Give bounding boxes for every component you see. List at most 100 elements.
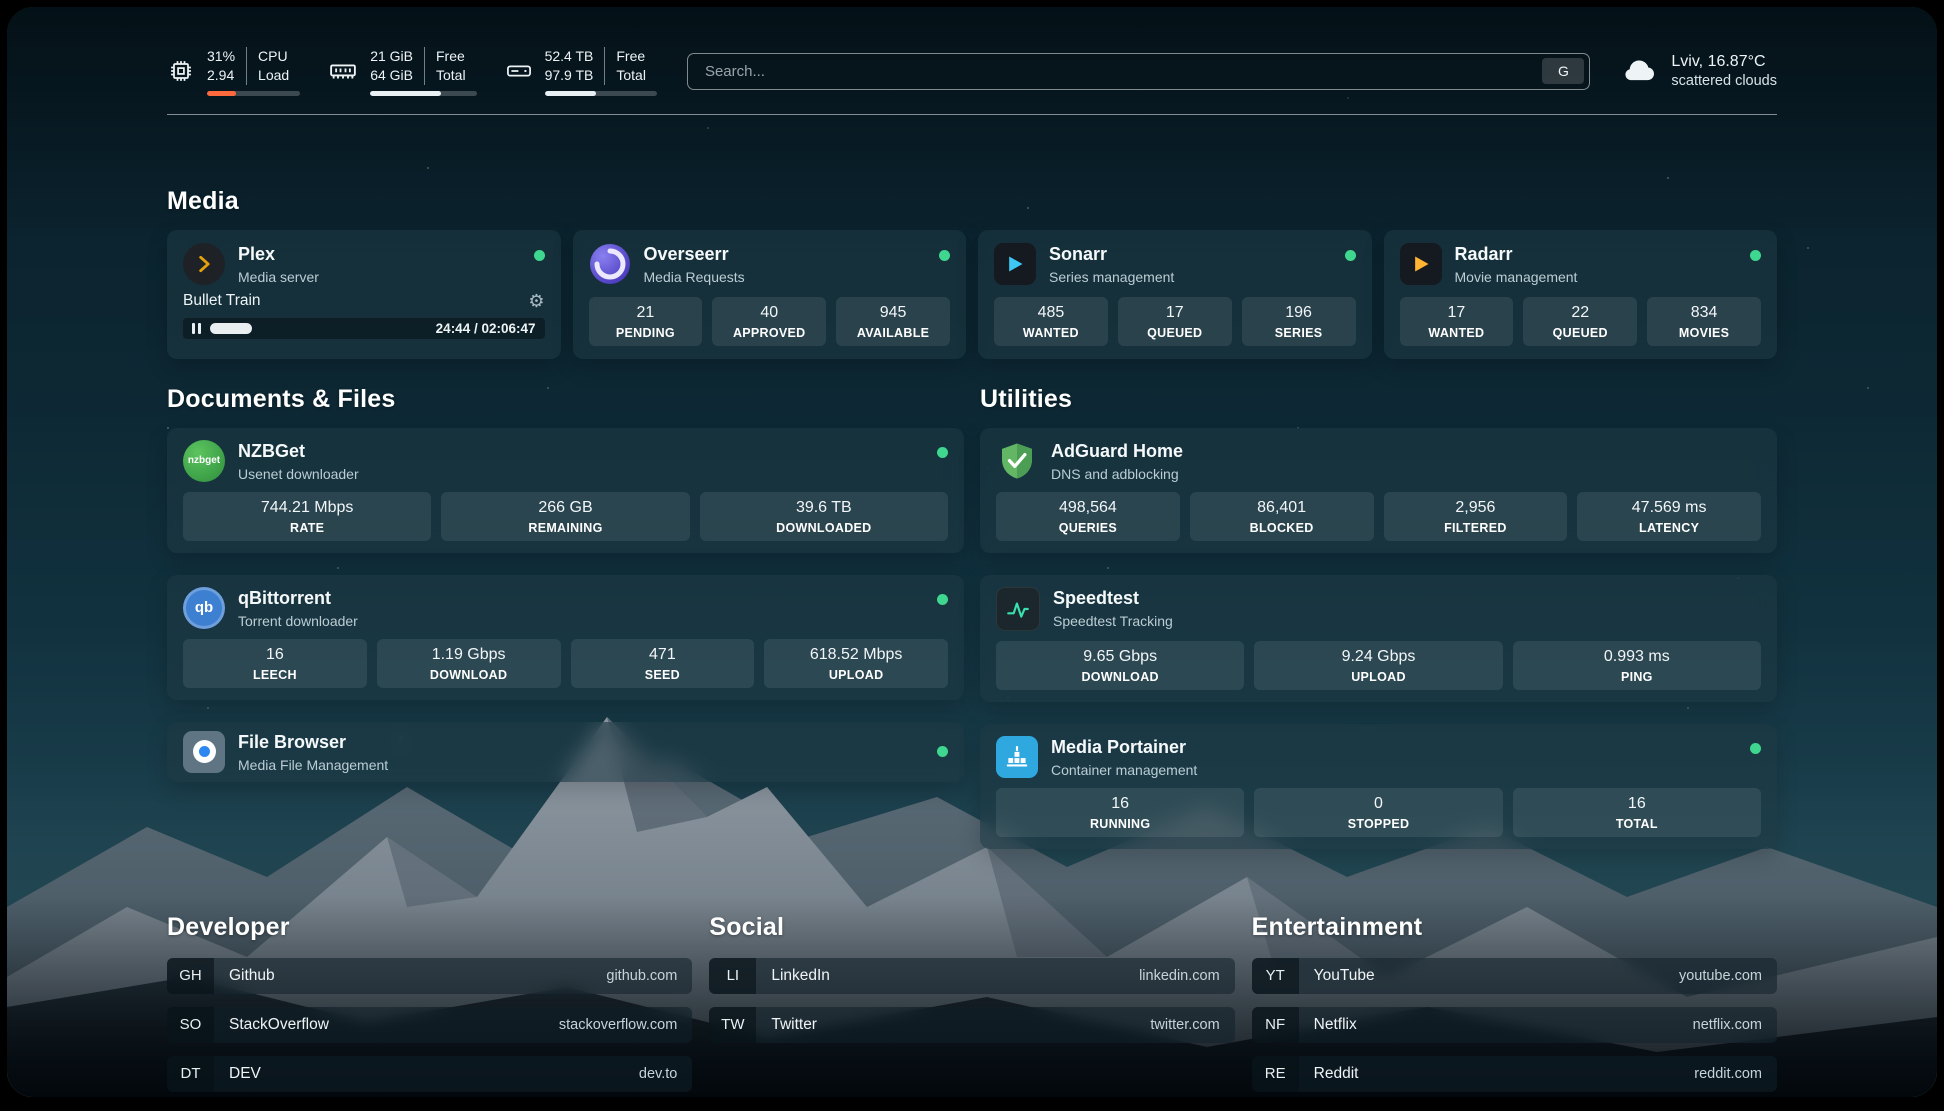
adguard-card[interactable]: AdGuard Home DNS and adblocking 498,564 … xyxy=(980,428,1777,553)
search-engine-button[interactable]: G xyxy=(1542,58,1584,84)
storage-free-value: 52.4 TB xyxy=(545,47,594,66)
bookmark-dev[interactable]: DT DEV dev.to xyxy=(167,1056,692,1092)
app-subtitle: Usenet downloader xyxy=(238,466,359,482)
storage-icon xyxy=(505,57,533,85)
entertainment-section: Entertainment YT YouTube youtube.com NF … xyxy=(1252,913,1777,1092)
social-section: Social LI LinkedIn linkedin.com TW Twitt… xyxy=(709,913,1234,1092)
bookmark-abbr: RE xyxy=(1252,1056,1299,1092)
bookmark-name: StackOverflow xyxy=(229,1016,329,1034)
search-bar[interactable]: G xyxy=(687,53,1590,90)
app-name: Overseerr xyxy=(644,244,745,265)
bookmark-url: twitter.com xyxy=(1150,1017,1219,1033)
portainer-card[interactable]: Media Portainer Container management 16 … xyxy=(980,724,1777,849)
sonarr-card[interactable]: Sonarr Series management 485 WANTED 17 Q… xyxy=(978,230,1372,359)
storage-usage-bar xyxy=(545,91,657,96)
utilities-section: Utilities AdGuard Home xyxy=(980,385,1777,849)
app-subtitle: Series management xyxy=(1049,269,1174,285)
overseerr-card[interactable]: Overseerr Media Requests 21 PENDING 40 A… xyxy=(573,230,967,359)
app-subtitle: DNS and adblocking xyxy=(1051,466,1183,482)
radarr-icon xyxy=(1400,243,1442,285)
status-dot xyxy=(1750,250,1761,261)
bookmark-name: Reddit xyxy=(1314,1065,1359,1083)
bookmark-abbr: DT xyxy=(167,1056,214,1092)
stat-wanted: 485 WANTED xyxy=(994,297,1108,346)
stat-latency: 47.569 ms LATENCY xyxy=(1577,492,1761,541)
storage-monitor: 52.4 TB 97.9 TB Free Total xyxy=(505,47,657,96)
speedtest-icon xyxy=(996,587,1040,631)
memory-usage-bar xyxy=(370,91,476,96)
status-dot xyxy=(937,594,948,605)
playback-progress-track[interactable] xyxy=(210,323,427,334)
cpu-label: CPU xyxy=(258,47,289,66)
section-title-social: Social xyxy=(709,913,1234,942)
speedtest-card[interactable]: Speedtest Speedtest Tracking 9.65 Gbps D… xyxy=(980,575,1777,702)
stat-queries: 498,564 QUERIES xyxy=(996,492,1180,541)
portainer-icon xyxy=(996,736,1038,778)
section-title-media: Media xyxy=(167,187,1777,216)
app-name: qBittorrent xyxy=(238,588,358,609)
now-playing-title: Bullet Train xyxy=(183,292,261,310)
bookmark-url: netflix.com xyxy=(1693,1017,1762,1033)
qbittorrent-card[interactable]: qb qBittorrent Torrent downloader 16 LEE… xyxy=(167,575,964,700)
stat-series: 196 SERIES xyxy=(1242,297,1356,346)
bookmark-linkedin[interactable]: LI LinkedIn linkedin.com xyxy=(709,958,1234,994)
bookmark-netflix[interactable]: NF Netflix netflix.com xyxy=(1252,1007,1777,1043)
developer-section: Developer GH Github github.com SO StackO… xyxy=(167,913,692,1092)
stat-leech: 16 LEECH xyxy=(183,639,367,688)
stat-download: 9.65 Gbps DOWNLOAD xyxy=(996,641,1244,690)
stat-queued: 17 QUEUED xyxy=(1118,297,1232,346)
stat-available: 945 AVAILABLE xyxy=(836,297,950,346)
dashboard: 31% 2.94 CPU Load xyxy=(7,7,1937,1097)
stat-total: 16 TOTAL xyxy=(1513,788,1761,837)
section-title-entertainment: Entertainment xyxy=(1252,913,1777,942)
status-dot xyxy=(534,250,545,261)
cpu-usage-bar xyxy=(207,91,300,96)
memory-icon xyxy=(328,56,358,86)
app-subtitle: Media Requests xyxy=(644,269,745,285)
bookmark-url: dev.to xyxy=(639,1066,677,1082)
bookmark-github[interactable]: GH Github github.com xyxy=(167,958,692,994)
app-name: Media Portainer xyxy=(1051,737,1197,758)
bookmark-youtube[interactable]: YT YouTube youtube.com xyxy=(1252,958,1777,994)
app-name: AdGuard Home xyxy=(1051,441,1183,462)
status-dot xyxy=(1345,250,1356,261)
stat-stopped: 0 STOPPED xyxy=(1254,788,1502,837)
bookmark-abbr: LI xyxy=(709,958,756,994)
bookmark-stackoverflow[interactable]: SO StackOverflow stackoverflow.com xyxy=(167,1007,692,1043)
memory-total-label: Total xyxy=(436,66,466,85)
stat-queued: 22 QUEUED xyxy=(1523,297,1637,346)
stat-download: 1.19 Gbps DOWNLOAD xyxy=(377,639,561,688)
memory-free-value: 21 GiB xyxy=(370,47,413,66)
nzbget-card[interactable]: nzbget NZBGet Usenet downloader 744.21 M… xyxy=(167,428,964,553)
radarr-card[interactable]: Radarr Movie management 17 WANTED 22 QUE… xyxy=(1384,230,1778,359)
bookmark-url: youtube.com xyxy=(1679,968,1762,984)
bookmark-name: LinkedIn xyxy=(771,967,830,985)
bookmark-url: stackoverflow.com xyxy=(559,1017,677,1033)
cpu-monitor: 31% 2.94 CPU Load xyxy=(167,47,300,96)
stat-running: 16 RUNNING xyxy=(996,788,1244,837)
app-name: Sonarr xyxy=(1049,244,1174,265)
weather-widget[interactable]: Lviv, 16.87°C scattered clouds xyxy=(1620,50,1777,93)
cpu-usage-value: 31% xyxy=(207,47,235,66)
settings-gear-icon[interactable]: ⚙ xyxy=(528,292,544,310)
search-input[interactable] xyxy=(703,62,1542,81)
bookmark-abbr: YT xyxy=(1252,958,1299,994)
app-name: File Browser xyxy=(238,732,388,753)
storage-free-label: Free xyxy=(616,47,646,66)
section-title-utilities: Utilities xyxy=(980,385,1777,414)
bookmark-abbr: SO xyxy=(167,1007,214,1043)
filebrowser-card[interactable]: File Browser Media File Management xyxy=(167,722,964,782)
weather-location-temp: Lviv, 16.87°C xyxy=(1671,51,1777,73)
status-dot xyxy=(937,447,948,458)
section-title-documents: Documents & Files xyxy=(167,385,964,414)
stat-approved: 40 APPROVED xyxy=(712,297,826,346)
app-name: Speedtest xyxy=(1053,588,1173,609)
bookmark-twitter[interactable]: TW Twitter twitter.com xyxy=(709,1007,1234,1043)
stat-ping: 0.993 ms PING xyxy=(1513,641,1761,690)
app-subtitle: Speedtest Tracking xyxy=(1053,613,1173,629)
plex-card[interactable]: Plex Media server Bullet Train ⚙ xyxy=(167,230,561,359)
pause-icon[interactable] xyxy=(192,323,201,334)
stat-upload: 618.52 Mbps UPLOAD xyxy=(764,639,948,688)
bookmark-reddit[interactable]: RE Reddit reddit.com xyxy=(1252,1056,1777,1092)
stat-downloaded: 39.6 TB DOWNLOADED xyxy=(700,492,948,541)
